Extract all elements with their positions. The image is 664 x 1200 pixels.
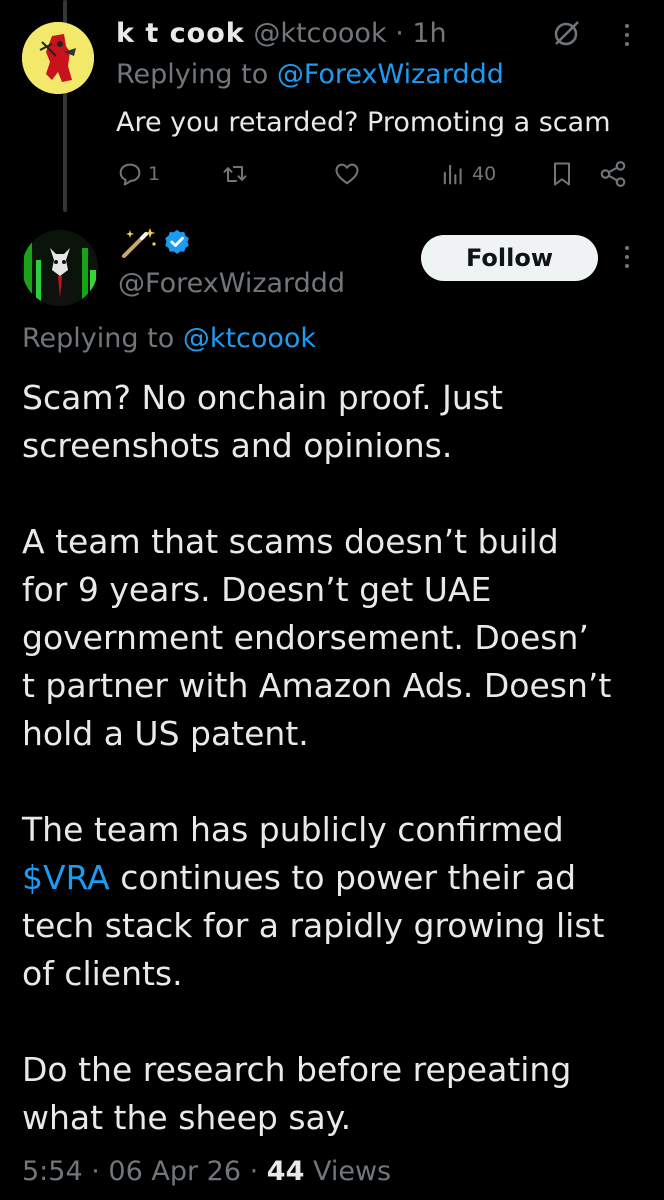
- display-name[interactable]: k t cook: [116, 18, 245, 49]
- retweet-icon: [223, 166, 247, 182]
- reply-text: Are you retarded? Promoting a scam: [116, 107, 611, 138]
- tweet-line: government endorsement. Doesn’: [22, 618, 589, 657]
- tweet-line: Scam? No onchain proof. Just: [22, 378, 503, 417]
- bookmark-icon: [554, 162, 570, 186]
- timestamp[interactable]: 1h: [412, 18, 446, 49]
- tweet-line: for 9 years. Doesn’t get UAE: [22, 570, 492, 609]
- tweet-line: The team has publicly confirmed: [22, 810, 564, 849]
- retweet-button[interactable]: [220, 158, 250, 190]
- avatar[interactable]: [22, 230, 98, 306]
- tweet-line: screenshots and opinions.: [22, 426, 453, 465]
- replying-to: Replying to @ktcoook: [22, 320, 316, 358]
- tweet-line: t partner with Amazon Ads. Doesn’t: [22, 666, 612, 705]
- like-button[interactable]: [332, 158, 362, 190]
- separator: ·: [395, 18, 404, 49]
- views-label: Views: [312, 1156, 392, 1187]
- reply-header: k t cook @ktcoook · 1h: [116, 16, 447, 52]
- avatar[interactable]: [22, 22, 94, 94]
- separator: ·: [249, 1156, 259, 1187]
- replying-to-link[interactable]: @ForexWizarddd: [277, 59, 504, 90]
- more-options-icon[interactable]: [623, 24, 631, 46]
- replying-prefix: Replying to: [22, 323, 175, 354]
- views-icon: [443, 164, 462, 185]
- tweet-line: hold a US patent.: [22, 714, 309, 753]
- magic-wand-icon: [122, 228, 156, 258]
- tweet-line: of clients.: [22, 954, 183, 993]
- cashtag-link[interactable]: $VRA: [22, 858, 110, 897]
- action-bar: 1 40: [116, 158, 636, 190]
- user-handle[interactable]: @ForexWizarddd: [118, 266, 345, 302]
- post-date[interactable]: 06 Apr 26: [108, 1156, 241, 1187]
- follow-button[interactable]: Follow: [421, 235, 598, 281]
- tweet-meta: 5:54 · 06 Apr 26 · 44 Views: [22, 1152, 391, 1192]
- tweet-line: tech stack for a rapidly growing list: [22, 906, 605, 945]
- views-count: 40: [472, 163, 497, 185]
- replying-to: Replying to @ForexWizarddd: [116, 57, 504, 93]
- share-icon: [600, 161, 626, 187]
- replying-to-link[interactable]: @ktcoook: [183, 323, 316, 354]
- reply-tweet[interactable]: k t cook @ktcoook · 1h Replying to @Fore…: [0, 0, 664, 212]
- replying-prefix: Replying to: [116, 59, 269, 90]
- tweet-line: what the sheep say.: [22, 1098, 352, 1137]
- separator: ·: [91, 1156, 100, 1187]
- tweet-body: Scam? No onchain proof. Just screenshots…: [22, 374, 652, 1142]
- user-handle[interactable]: @ktcoook: [253, 18, 386, 49]
- grok-icon[interactable]: [552, 20, 580, 48]
- tweet-line: A team that scams doesn’t build: [22, 522, 559, 561]
- reply-icon: [119, 163, 141, 186]
- tweet-line: $VRA continues to power their ad: [22, 854, 652, 902]
- tweet-line-rest: continues to power their ad: [109, 858, 577, 897]
- reply-button[interactable]: 1: [116, 158, 160, 190]
- reply-count: 1: [148, 163, 161, 185]
- tweet-line: Do the research before repeating: [22, 1050, 572, 1089]
- views-button[interactable]: 40: [438, 158, 496, 190]
- heart-icon: [335, 163, 359, 185]
- share-button[interactable]: [598, 158, 628, 190]
- views-count: 44: [266, 1156, 305, 1187]
- bookmark-button[interactable]: [548, 158, 576, 190]
- post-time[interactable]: 5:54: [22, 1156, 83, 1187]
- more-options-icon[interactable]: [623, 246, 631, 268]
- verified-badge-icon[interactable]: [162, 228, 192, 258]
